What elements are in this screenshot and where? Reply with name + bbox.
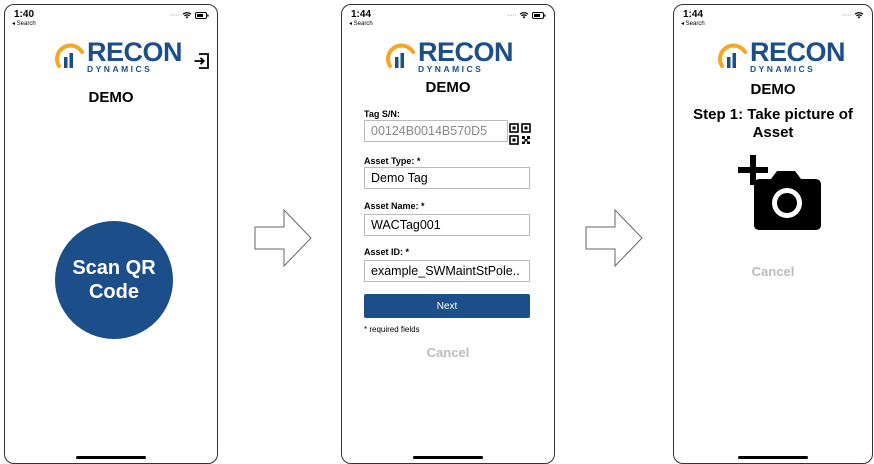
asset-name-label: Asset Name: * <box>364 201 425 211</box>
status-time: 1:44 <box>683 9 704 20</box>
cancel-button[interactable]: Cancel <box>342 345 554 360</box>
logo-subtitle: DYNAMICS <box>750 64 816 74</box>
asset-type-label: Asset Type: * <box>364 156 421 166</box>
signal-dots-icon: ····· <box>169 11 180 19</box>
required-fields-note: * required fields <box>364 325 420 334</box>
status-time: 1:40 <box>14 9 35 20</box>
qr-code-icon[interactable] <box>509 123 531 145</box>
next-button[interactable]: Next <box>364 294 530 318</box>
logo-wordmark: RECON <box>418 37 514 67</box>
wifi-icon <box>182 12 192 19</box>
phone-screen-3: 1:44 ◂ Search ····· RECON DYNAMICS DEMO … <box>673 4 873 464</box>
recon-logo: RECON DYNAMICS <box>55 37 183 74</box>
demo-label: DEMO <box>88 89 134 106</box>
recon-logo: RECON DYNAMICS <box>718 37 846 74</box>
step-title-line1: Step 1: Take picture of <box>693 106 853 123</box>
status-icons: ····· <box>842 11 864 19</box>
add-camera-icon[interactable] <box>737 155 823 231</box>
asset-type-field[interactable] <box>364 167 530 189</box>
cancel-button[interactable]: Cancel <box>674 264 872 279</box>
logo-wordmark: RECON <box>750 37 846 67</box>
status-icons: ····· <box>170 11 209 19</box>
status-time: 1:44 <box>351 9 372 20</box>
arrow-right-icon <box>585 209 643 267</box>
asset-id-field[interactable] <box>364 260 530 282</box>
phone-screen-1: 1:40 ◂ Search ····· RECON DYNAMICS DEMO … <box>4 4 218 464</box>
logo-subtitle: DYNAMICS <box>87 64 153 74</box>
scan-label-line1: Scan QR <box>72 257 156 279</box>
back-to-search-link[interactable]: ◂ Search <box>681 21 705 28</box>
step-title: Step 1: Take picture of Asset <box>674 106 872 142</box>
logo-subtitle: DYNAMICS <box>418 64 484 74</box>
scan-label-line2: Code <box>88 281 139 303</box>
back-to-search-link[interactable]: ◂ Search <box>349 21 373 28</box>
recon-logo-mark-icon <box>718 43 747 68</box>
recon-logo: RECON DYNAMICS <box>386 37 514 74</box>
tag-sn-field[interactable] <box>364 120 508 142</box>
status-icons: ····· <box>507 11 546 19</box>
signal-dots-icon: ····· <box>506 11 517 19</box>
battery-icon <box>532 11 546 19</box>
recon-logo-mark-icon <box>386 43 415 68</box>
battery-icon <box>195 11 209 19</box>
demo-label: DEMO <box>750 81 796 98</box>
scan-qr-code-button[interactable]: Scan QR Code <box>55 221 173 339</box>
arrow-right-icon <box>254 209 312 267</box>
step-title-line2: Asset <box>752 124 794 141</box>
phone-screen-2: 1:44 ◂ Search ····· RECON DYNAMICS DEMO … <box>341 4 555 464</box>
asset-name-field[interactable] <box>364 214 530 236</box>
signal-dots-icon: ····· <box>841 11 852 19</box>
wifi-icon <box>854 12 864 19</box>
wifi-icon <box>519 12 529 19</box>
recon-logo-mark-icon <box>55 43 84 68</box>
exit-icon[interactable] <box>193 52 211 70</box>
demo-label: DEMO <box>425 79 471 96</box>
back-to-search-link[interactable]: ◂ Search <box>12 21 36 28</box>
asset-id-label: Asset ID: * <box>364 247 410 257</box>
tag-sn-label: Tag S/N: <box>364 109 400 119</box>
logo-wordmark: RECON <box>87 37 183 67</box>
